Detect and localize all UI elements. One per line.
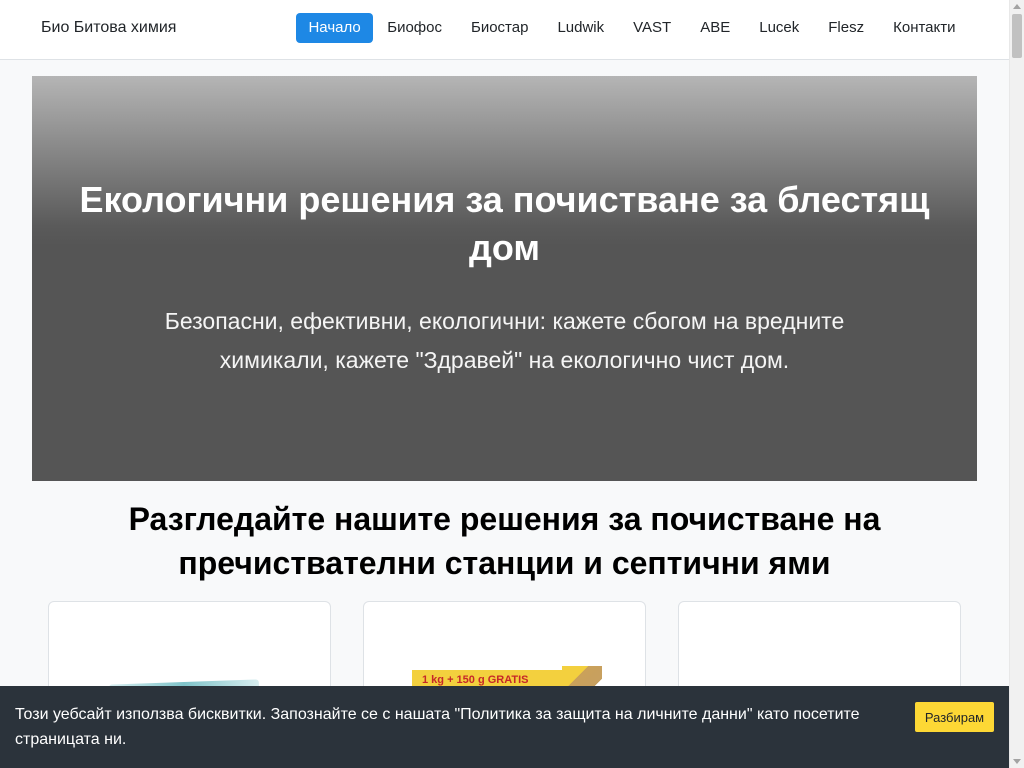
hero-banner: Екологични решения за почистване за блес… xyxy=(32,76,977,481)
section-title: Разгледайте нашите решения за почистване… xyxy=(128,501,881,581)
scroll-up-arrow-icon[interactable] xyxy=(1013,4,1021,9)
scroll-down-arrow-icon[interactable] xyxy=(1013,759,1021,764)
nav-item-lucek[interactable]: Lucek xyxy=(745,13,814,43)
main-nav: Начало Биофос Биостар Ludwik VAST ABE Lu… xyxy=(296,13,970,43)
nav-item-home[interactable]: Начало xyxy=(296,13,373,43)
nav-item-ludwik[interactable]: Ludwik xyxy=(543,13,619,43)
nav-item-vast[interactable]: VAST xyxy=(619,13,686,43)
scroll-thumb[interactable] xyxy=(1012,14,1022,58)
cookie-text: Този уебсайт използва бисквитки. Запозна… xyxy=(15,706,860,748)
top-navbar: Био Битова химия Начало Биофос Биостар L… xyxy=(0,0,1009,60)
cookie-accept-button[interactable]: Разбирам xyxy=(915,702,994,732)
vertical-scrollbar[interactable] xyxy=(1009,0,1024,768)
promo-label: 1 kg + 150 g GRATIS xyxy=(422,674,529,686)
nav-item-contacts[interactable]: Контакти xyxy=(879,13,970,43)
cookie-banner: Този уебсайт използва бисквитки. Запозна… xyxy=(0,686,1009,768)
hero-subtitle: Безопасни, ефективни, екологични: кажете… xyxy=(164,308,845,373)
nav-item-biofos[interactable]: Биофос xyxy=(373,13,457,43)
nav-item-biostar[interactable]: Биостар xyxy=(456,13,542,43)
hero-title: Екологични решения за почистване за блес… xyxy=(79,179,930,268)
nav-item-abe[interactable]: ABE xyxy=(686,13,745,43)
nav-item-flesz[interactable]: Flesz xyxy=(814,13,879,43)
brand-logo-text[interactable]: Био Битова химия xyxy=(41,0,176,56)
